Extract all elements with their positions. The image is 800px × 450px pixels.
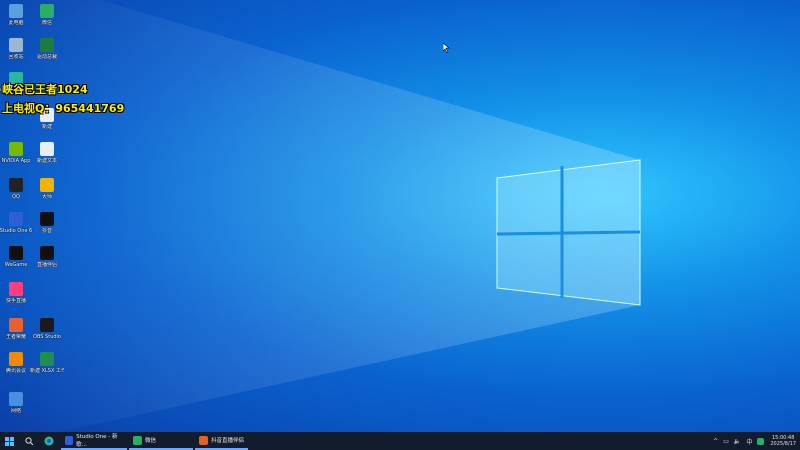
desktop-icon-network[interactable]: 网络 xyxy=(0,392,33,414)
computer-icon xyxy=(9,4,23,18)
desktop-icon-label: QQ xyxy=(12,194,20,200)
taskbar-app-label: 微信 xyxy=(145,438,157,444)
wechat-icon xyxy=(133,435,142,445)
desktop-icon-wegame[interactable]: WeGame xyxy=(0,246,33,268)
mouse-cursor-icon xyxy=(443,43,450,53)
desktop-icon-game[interactable]: 王者荣耀 xyxy=(0,318,33,340)
network-icon xyxy=(9,392,23,406)
studio-one-icon xyxy=(9,212,23,226)
search-icon xyxy=(40,178,54,192)
wechat-tray-icon[interactable] xyxy=(757,437,765,445)
desktop-icon-this-pc[interactable]: 此电脑 xyxy=(0,4,33,26)
ime-indicator[interactable]: 中 xyxy=(746,437,752,446)
live-icon xyxy=(199,435,208,445)
taskbar: Studio One - 新歌... 微信 抖音直播伴侣 ^ ▭ 🔈 中 15:00… xyxy=(0,432,800,450)
desktop-icon-recycle-bin[interactable]: 回收站 xyxy=(0,38,33,60)
desktop-icon-qq[interactable]: QQ xyxy=(0,178,33,200)
desktop-icon-label: 王者荣耀 xyxy=(5,334,26,340)
obs-icon xyxy=(40,318,54,332)
desktop-icon-nvidia[interactable]: NVIDIA App xyxy=(0,142,33,164)
desktop-icon-excel[interactable]: 新建 XLSX 工作表 xyxy=(30,352,64,374)
desktop-icon-studio-one[interactable]: Studio One 6 xyxy=(0,212,33,234)
windows-start-icon[interactable] xyxy=(0,432,19,450)
desktop-icon-label: 微信 xyxy=(41,20,52,26)
desktop-icon-label: 此电脑 xyxy=(8,20,24,26)
search-icon[interactable] xyxy=(19,432,39,450)
desktop-icon-doc2[interactable]: 新建文本 xyxy=(30,142,64,164)
app-icon xyxy=(40,38,54,52)
desktop-icon-label: 新建文本 xyxy=(36,158,57,164)
desktop-icon-tool[interactable]: 驱动总裁 xyxy=(30,38,64,60)
desktop-icon-label: 网络 xyxy=(10,408,21,414)
stream-overlay-contact: 上电视Q：965441769 xyxy=(2,102,125,115)
excel-icon xyxy=(40,352,54,366)
desktop-icon-label: 回收站 xyxy=(8,54,24,60)
live-icon xyxy=(40,246,54,260)
tiktok-icon xyxy=(40,212,54,226)
desktop-wallpaper xyxy=(0,0,800,432)
studio-one-icon xyxy=(65,435,74,445)
wegame-icon xyxy=(9,246,23,260)
desktop-icon-label: 新建 xyxy=(41,124,52,130)
taskbar-app-label: Studio One - 新歌... xyxy=(76,434,118,448)
desktop-icon-live[interactable]: 直播伴侣 xyxy=(30,246,64,268)
meeting-icon xyxy=(9,352,23,366)
system-tray: ^ ▭ 🔈 中 15:00:48 2025/8/17 xyxy=(713,432,796,450)
desktop-icon-label: 大师 xyxy=(41,194,52,200)
taskbar-app-wechat[interactable]: 微信 xyxy=(129,432,193,450)
desktop-icon-label: 直播伴侣 xyxy=(36,262,57,268)
nvidia-icon xyxy=(9,142,23,156)
desktop-icon-kuaishou[interactable]: 快手直播 xyxy=(0,282,33,304)
taskbar-app-live[interactable]: 抖音直播伴侣 xyxy=(195,432,249,450)
recycle-bin-icon xyxy=(9,38,23,52)
windows-logo-wallpaper xyxy=(0,0,641,432)
desktop-icon-label: 驱动总裁 xyxy=(36,54,57,60)
qq-icon xyxy=(9,178,23,192)
clock-date: 2025/8/17 xyxy=(770,441,796,447)
taskbar-app-label: 抖音直播伴侣 xyxy=(211,438,245,444)
desktop-icon-label: 抖音 xyxy=(41,228,52,234)
desktop-icon-ae[interactable]: 腾讯会议 xyxy=(0,352,33,374)
clock[interactable]: 15:00:48 2025/8/17 xyxy=(770,435,796,447)
tray-overflow-chevron-icon[interactable]: ^ xyxy=(713,438,718,445)
stream-overlay-title: 峡谷已王者1024 xyxy=(2,83,88,96)
taskbar-app-studio-one[interactable]: Studio One - 新歌... xyxy=(61,432,127,450)
desktop-icon-tiktok[interactable]: 抖音 xyxy=(30,212,64,234)
desktop-icon-label: WeGame xyxy=(4,262,28,268)
desktop-icon-label: 快手直播 xyxy=(5,298,26,304)
edge-icon[interactable] xyxy=(39,432,59,450)
file-icon xyxy=(40,142,54,156)
desktop-icon-label: 新建 XLSX 工作表 xyxy=(30,368,64,374)
network-icon[interactable]: ▭ xyxy=(723,438,729,445)
wechat-icon xyxy=(40,4,54,18)
desktop-icon-label: NVIDIA App xyxy=(1,158,31,164)
kuaishou-icon xyxy=(9,282,23,296)
desktop-icon-label: 腾讯会议 xyxy=(5,368,26,374)
desktop-icon-label: OBS Studio xyxy=(33,334,61,340)
desktop-icon-obs[interactable]: OBS Studio xyxy=(30,318,64,340)
game-icon xyxy=(9,318,23,332)
desktop-icon-label: Studio One 6 xyxy=(0,228,33,234)
desktop-icon-search[interactable]: 大师 xyxy=(30,178,64,200)
desktop-icon-wechat[interactable]: 微信 xyxy=(30,4,64,26)
volume-icon[interactable]: 🔈 xyxy=(734,438,741,445)
